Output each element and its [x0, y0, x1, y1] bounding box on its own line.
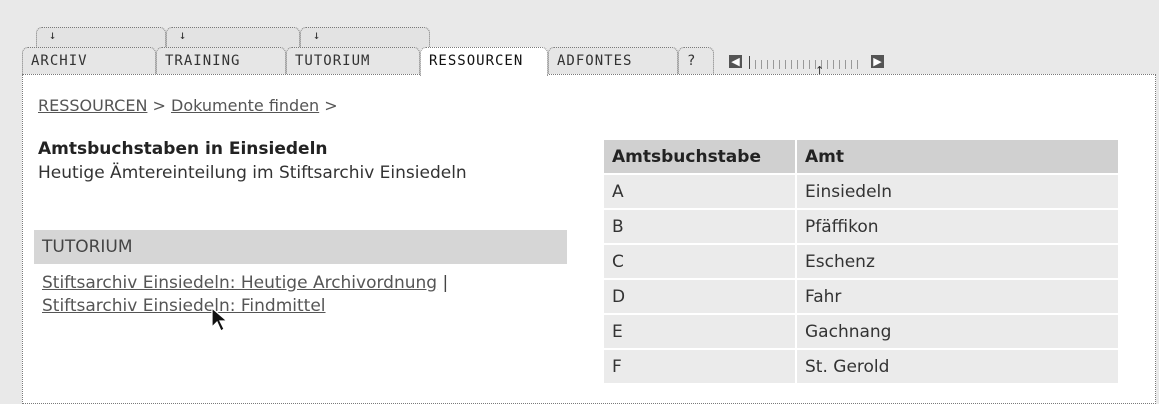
table-cell: Gachnang [797, 315, 1118, 348]
breadcrumb: RESSOURCEN > Dokumente finden > [38, 96, 338, 115]
scroll-left-icon[interactable]: ◀ [729, 55, 742, 68]
table-row: E Gachnang [604, 315, 1118, 348]
scroller-tick [845, 60, 846, 69]
down-arrow-icon: ↓ [49, 28, 57, 42]
page-title: Amtsbuchstaben in Einsiedeln [38, 139, 328, 159]
top-tab-3[interactable]: ↓ [300, 27, 430, 49]
archivordnung-link[interactable]: Stiftsarchiv Einsiedeln: Heutige Archivo… [42, 273, 437, 293]
scroller-tick [833, 60, 834, 69]
scroller-tick [803, 60, 804, 69]
table-row: D Fahr [604, 280, 1118, 313]
tab-training[interactable]: TRAINING [156, 47, 286, 75]
table-cell: St. Gerold [797, 350, 1118, 383]
scroller-tick [785, 60, 786, 69]
table-row: F St. Gerold [604, 350, 1118, 383]
scroller-tick [749, 56, 750, 69]
mouse-pointer-icon [211, 307, 229, 332]
scroller-tick [839, 60, 840, 69]
scroller-tick [755, 60, 756, 69]
breadcrumb-dokumente-link[interactable]: Dokumente finden [171, 96, 319, 115]
table-header-row: Amtsbuchstabe Amt [604, 140, 1118, 173]
scroll-right-icon[interactable]: ▶ [871, 55, 884, 68]
table-cell: Pfäffikon [797, 210, 1118, 243]
column-header: Amt [797, 140, 1118, 173]
tab-adfontes[interactable]: ADFONTES [548, 47, 678, 75]
table-row: C Eschenz [604, 245, 1118, 278]
table-cell: E [604, 315, 795, 348]
tab-help[interactable]: ? [678, 47, 714, 75]
top-tab-1[interactable]: ↓ [36, 27, 166, 49]
tab-ressourcen[interactable]: RESSOURCEN [420, 47, 548, 76]
scroller-tick [779, 60, 780, 69]
table-cell: Fahr [797, 280, 1118, 313]
table-cell: F [604, 350, 795, 383]
scroller-tick [797, 60, 798, 69]
scroller-tick [809, 60, 810, 69]
table-row: A Einsiedeln [604, 175, 1118, 208]
down-arrow-icon: ↓ [313, 28, 321, 42]
page-subtitle: Heutige Ämtereinteilung im Stiftsarchiv … [38, 163, 467, 183]
down-arrow-icon: ↓ [179, 28, 187, 42]
breadcrumb-ressourcen-link[interactable]: RESSOURCEN [38, 96, 147, 115]
table-cell: D [604, 280, 795, 313]
amtsbuchstaben-table: Amtsbuchstabe Amt A Einsiedeln B Pfäffikon… [602, 138, 1120, 385]
scroller-tick [791, 60, 792, 69]
top-tab-2[interactable]: ↓ [166, 27, 300, 49]
scroller-tick [851, 60, 852, 69]
column-header: Amtsbuchstabe [604, 140, 795, 173]
scroller-tick [773, 60, 774, 69]
table-cell: A [604, 175, 795, 208]
tab-archiv[interactable]: ARCHIV [22, 47, 156, 75]
scroller-tick [857, 60, 858, 69]
table-row: B Pfäffikon [604, 210, 1118, 243]
scroller-tick [827, 60, 828, 69]
tab-tutorium[interactable]: TUTORIUM [286, 47, 420, 75]
table-cell: Einsiedeln [797, 175, 1118, 208]
table-cell: C [604, 245, 795, 278]
table-cell: Eschenz [797, 245, 1118, 278]
scroller-tick [761, 60, 762, 69]
findmittel-link[interactable]: Stiftsarchiv Einsiedeln: Findmittel [42, 296, 326, 316]
scroller-tick [767, 60, 768, 69]
tutorium-heading: TUTORIUM [34, 230, 567, 264]
tutorium-links: Stiftsarchiv Einsiedeln: Heutige Archivo… [42, 273, 449, 316]
table-cell: B [604, 210, 795, 243]
